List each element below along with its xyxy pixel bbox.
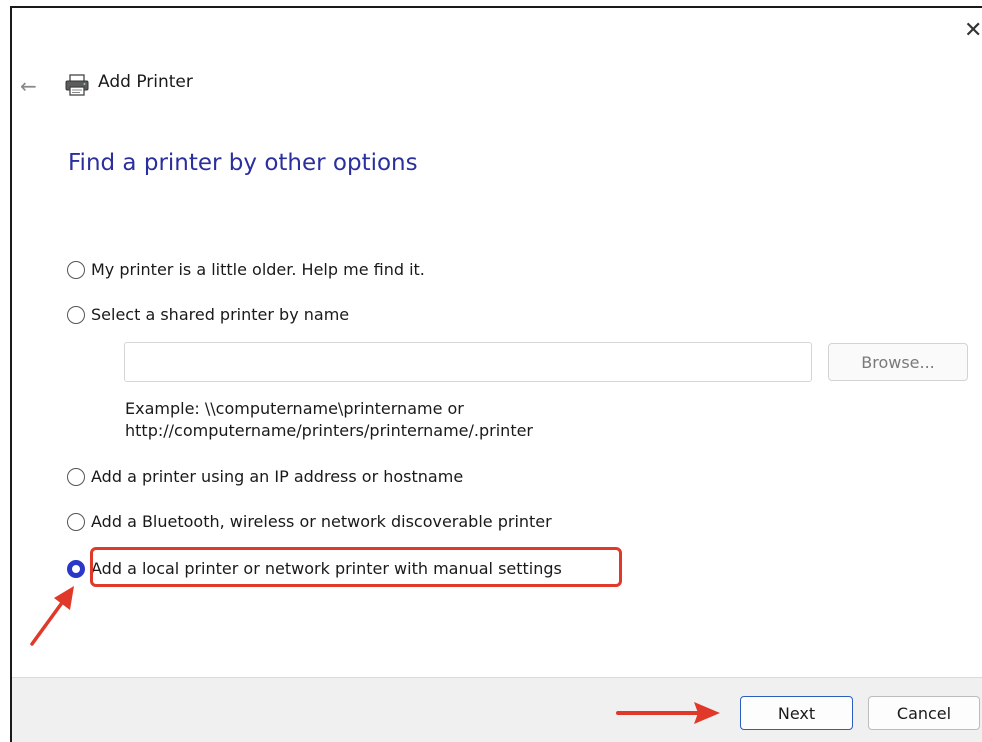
radio-button[interactable] (67, 260, 85, 279)
option-label: Add a local printer or network printer w… (91, 559, 562, 578)
cancel-button[interactable]: Cancel (868, 696, 980, 730)
option-label: Add a printer using an IP address or hos… (91, 467, 464, 486)
option-local-printer[interactable]: Add a local printer or network printer w… (67, 559, 562, 578)
example-text: Example: \\computername\printername or h… (125, 398, 533, 442)
radio-button[interactable] (67, 512, 85, 531)
option-older-printer[interactable]: My printer is a little older. Help me fi… (67, 260, 425, 279)
radio-button[interactable] (67, 305, 85, 324)
back-arrow-icon[interactable]: ← (20, 76, 37, 96)
example-line-2: http://computername/printers/printername… (125, 421, 534, 440)
window-title: Add Printer (98, 72, 193, 92)
option-shared-printer[interactable]: Select a shared printer by name (67, 305, 349, 324)
option-label: Add a Bluetooth, wireless or network dis… (91, 512, 552, 531)
option-bluetooth-wireless[interactable]: Add a Bluetooth, wireless or network dis… (67, 512, 552, 531)
printer-icon (65, 74, 89, 96)
shared-printer-name-input[interactable] (124, 342, 812, 382)
radio-button[interactable] (67, 467, 85, 486)
close-icon[interactable]: ✕ (964, 20, 982, 42)
option-label: My printer is a little older. Help me fi… (91, 260, 425, 279)
option-ip-address[interactable]: Add a printer using an IP address or hos… (67, 467, 463, 486)
option-label: Select a shared printer by name (91, 305, 350, 324)
page-heading: Find a printer by other options (68, 150, 418, 176)
example-line-1: Example: \\computername\printername or (125, 399, 464, 418)
browse-button[interactable]: Browse... (828, 343, 968, 381)
next-button[interactable]: Next (740, 696, 853, 730)
radio-button-selected[interactable] (67, 559, 85, 578)
